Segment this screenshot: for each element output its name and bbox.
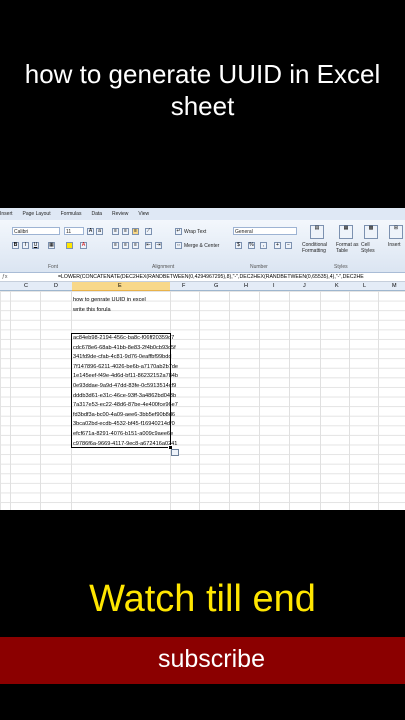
cell-styles-button[interactable]: Cell Styles: [361, 242, 381, 254]
fill-color-icon[interactable]: [66, 242, 73, 249]
tab-formulas[interactable]: Formulas: [61, 211, 82, 217]
percent-icon[interactable]: %: [248, 242, 255, 249]
decrease-decimal-icon[interactable]: −: [285, 242, 292, 249]
gridline: [40, 291, 41, 510]
column-header-f[interactable]: F: [182, 283, 185, 289]
uuid-cell[interactable]: efcf671a-8291-4076-b151-a009c9aee6e: [73, 431, 173, 437]
font-name-value: Calibri: [14, 229, 29, 235]
insert-cells-icon[interactable]: ⊞: [389, 225, 403, 239]
conditional-formatting-button[interactable]: Conditional Formatting: [302, 242, 334, 254]
orientation-icon[interactable]: ⟋: [145, 228, 152, 235]
gridline: [320, 291, 321, 510]
cell-styles-icon[interactable]: ▩: [364, 225, 378, 239]
uuid-cell[interactable]: dddb3d61-e31c-46ce-93ff-3a4862bd043b: [73, 393, 176, 399]
font-size-select[interactable]: 11: [64, 227, 84, 235]
align-middle-icon[interactable]: ≡: [122, 228, 129, 235]
insert-cells-button[interactable]: Insert: [388, 242, 401, 248]
increase-decimal-icon[interactable]: +: [274, 242, 281, 249]
italic-icon[interactable]: I: [22, 242, 29, 249]
align-left-icon[interactable]: ≡: [112, 242, 119, 249]
gridline: [229, 291, 230, 510]
column-header-j[interactable]: J: [303, 283, 306, 289]
gridline: [378, 291, 379, 510]
align-center-icon[interactable]: ≡: [122, 242, 129, 249]
column-header-m[interactable]: M: [392, 283, 397, 289]
tab-page-layout[interactable]: Page Layout: [23, 211, 51, 217]
uuid-cell[interactable]: 1e145eef-f49e-4d6d-bf11-86232152a784b: [73, 373, 178, 379]
merge-center-icon[interactable]: ⇔: [175, 242, 182, 249]
font-size-value: 11: [66, 229, 72, 235]
formula-bar[interactable]: ƒx =LOWER(CONCATENATE(DEC2HEX(RANDBETWEE…: [0, 273, 405, 282]
format-as-table-icon[interactable]: ▦: [339, 225, 353, 239]
column-header-l[interactable]: L: [363, 283, 366, 289]
wrap-text-button[interactable]: Wrap Text: [184, 229, 206, 235]
gridline: [349, 291, 350, 510]
uuid-cell[interactable]: 3bca02bd-ecdb-4532-bf45-f16940214df0: [73, 421, 175, 427]
grow-font-icon[interactable]: A: [87, 228, 94, 235]
uuid-cell[interactable]: ac84eb98-2194-456c-ba8c-f06ff20359d7: [73, 335, 174, 341]
shrink-font-icon[interactable]: a: [96, 228, 103, 235]
wrap-text-icon[interactable]: ↵: [175, 228, 182, 235]
uuid-cell[interactable]: 7f147896-6211-4026-be6b-a7170ab2b7de: [73, 364, 178, 370]
column-header-g[interactable]: G: [214, 283, 218, 289]
font-name-select[interactable]: Calibri: [12, 227, 60, 235]
decrease-indent-icon[interactable]: ⇤: [145, 242, 152, 249]
gridline: [259, 291, 260, 510]
gridline: [10, 291, 11, 510]
column-header-h[interactable]: H: [244, 283, 248, 289]
tab-review[interactable]: Review: [112, 211, 128, 217]
align-top-icon[interactable]: ≡: [112, 228, 119, 235]
uuid-cell[interactable]: cdc678e6-68ab-41bb-8e83-2f4b0cb93c5f: [73, 345, 176, 351]
increase-indent-icon[interactable]: ⇥: [155, 242, 162, 249]
column-header-d[interactable]: D: [54, 283, 58, 289]
bold-icon[interactable]: B: [12, 242, 19, 249]
uuid-cell[interactable]: fd3bdf3a-bc00-4a09-aee6-3bb5ef90b8d6: [73, 412, 175, 418]
video-title: how to generate UUID in Excel sheet: [24, 59, 381, 121]
format-as-table-button[interactable]: Format as Table: [336, 242, 360, 254]
gridline: [289, 291, 290, 510]
cell-grid[interactable]: [0, 291, 405, 510]
conditional-formatting-icon[interactable]: ▤: [310, 225, 324, 239]
column-header-i[interactable]: I: [273, 283, 275, 289]
align-right-icon[interactable]: ≡: [132, 242, 139, 249]
ribbon-tabs: Insert Page Layout Formulas Data Review …: [0, 208, 405, 220]
column-header-c[interactable]: C: [24, 283, 28, 289]
tab-view[interactable]: View: [138, 211, 149, 217]
column-header-k[interactable]: K: [335, 283, 339, 289]
cell-note-line2[interactable]: write this forula: [73, 307, 111, 313]
number-format-select[interactable]: General: [233, 227, 297, 235]
column-header-e[interactable]: E: [118, 283, 122, 289]
currency-icon[interactable]: $: [235, 242, 242, 249]
tab-data[interactable]: Data: [91, 211, 102, 217]
font-color-icon[interactable]: A: [80, 242, 87, 249]
fx-icon: ƒx: [2, 274, 8, 280]
formula-text[interactable]: =LOWER(CONCATENATE(DEC2HEX(RANDBETWEEN(0…: [58, 273, 364, 281]
comma-icon[interactable]: ,: [260, 242, 267, 249]
align-bottom-icon[interactable]: ≡: [132, 228, 139, 235]
tab-insert[interactable]: Insert: [0, 211, 13, 217]
gridline: [199, 291, 200, 510]
uuid-cell[interactable]: 341fd9de-cfab-4c81-9d76-0eaffbf99bdd: [73, 354, 172, 360]
subscribe-text[interactable]: subscribe: [158, 645, 265, 674]
group-number-label: Number: [250, 264, 268, 270]
paste-options-icon[interactable]: [171, 449, 179, 456]
cell-note-line1[interactable]: how to genrate UUID in excel: [73, 297, 146, 303]
underline-icon[interactable]: U: [32, 242, 39, 249]
group-alignment-label: Alignment: [152, 264, 175, 270]
uuid-cell[interactable]: 0e93ddae-9a9d-47dd-83fe-0c5913514cf9: [73, 383, 176, 389]
excel-window: Insert Page Layout Formulas Data Review …: [0, 208, 405, 510]
uuid-cell[interactable]: c9786f6a-9669-4117-9ec8-a672416a0241: [73, 441, 177, 447]
watch-till-end-caption: Watch till end: [89, 578, 316, 620]
merge-center-button[interactable]: Merge & Center: [184, 243, 219, 249]
group-font-label: Font: [48, 264, 59, 270]
column-header-labels: C D E F G H I J K L M: [0, 282, 405, 291]
number-format-value: General: [235, 229, 253, 235]
ribbon: Calibri 11 A a B I U ▦ A ≡ ≡ ≡ ⟋ ↵ Wrap …: [0, 220, 405, 273]
uuid-cell[interactable]: 7a317e53-ec22-48d6-87be-4e400fce96e7: [73, 402, 178, 408]
group-styles-label: Styles: [334, 264, 348, 270]
borders-icon[interactable]: ▦: [48, 242, 55, 249]
